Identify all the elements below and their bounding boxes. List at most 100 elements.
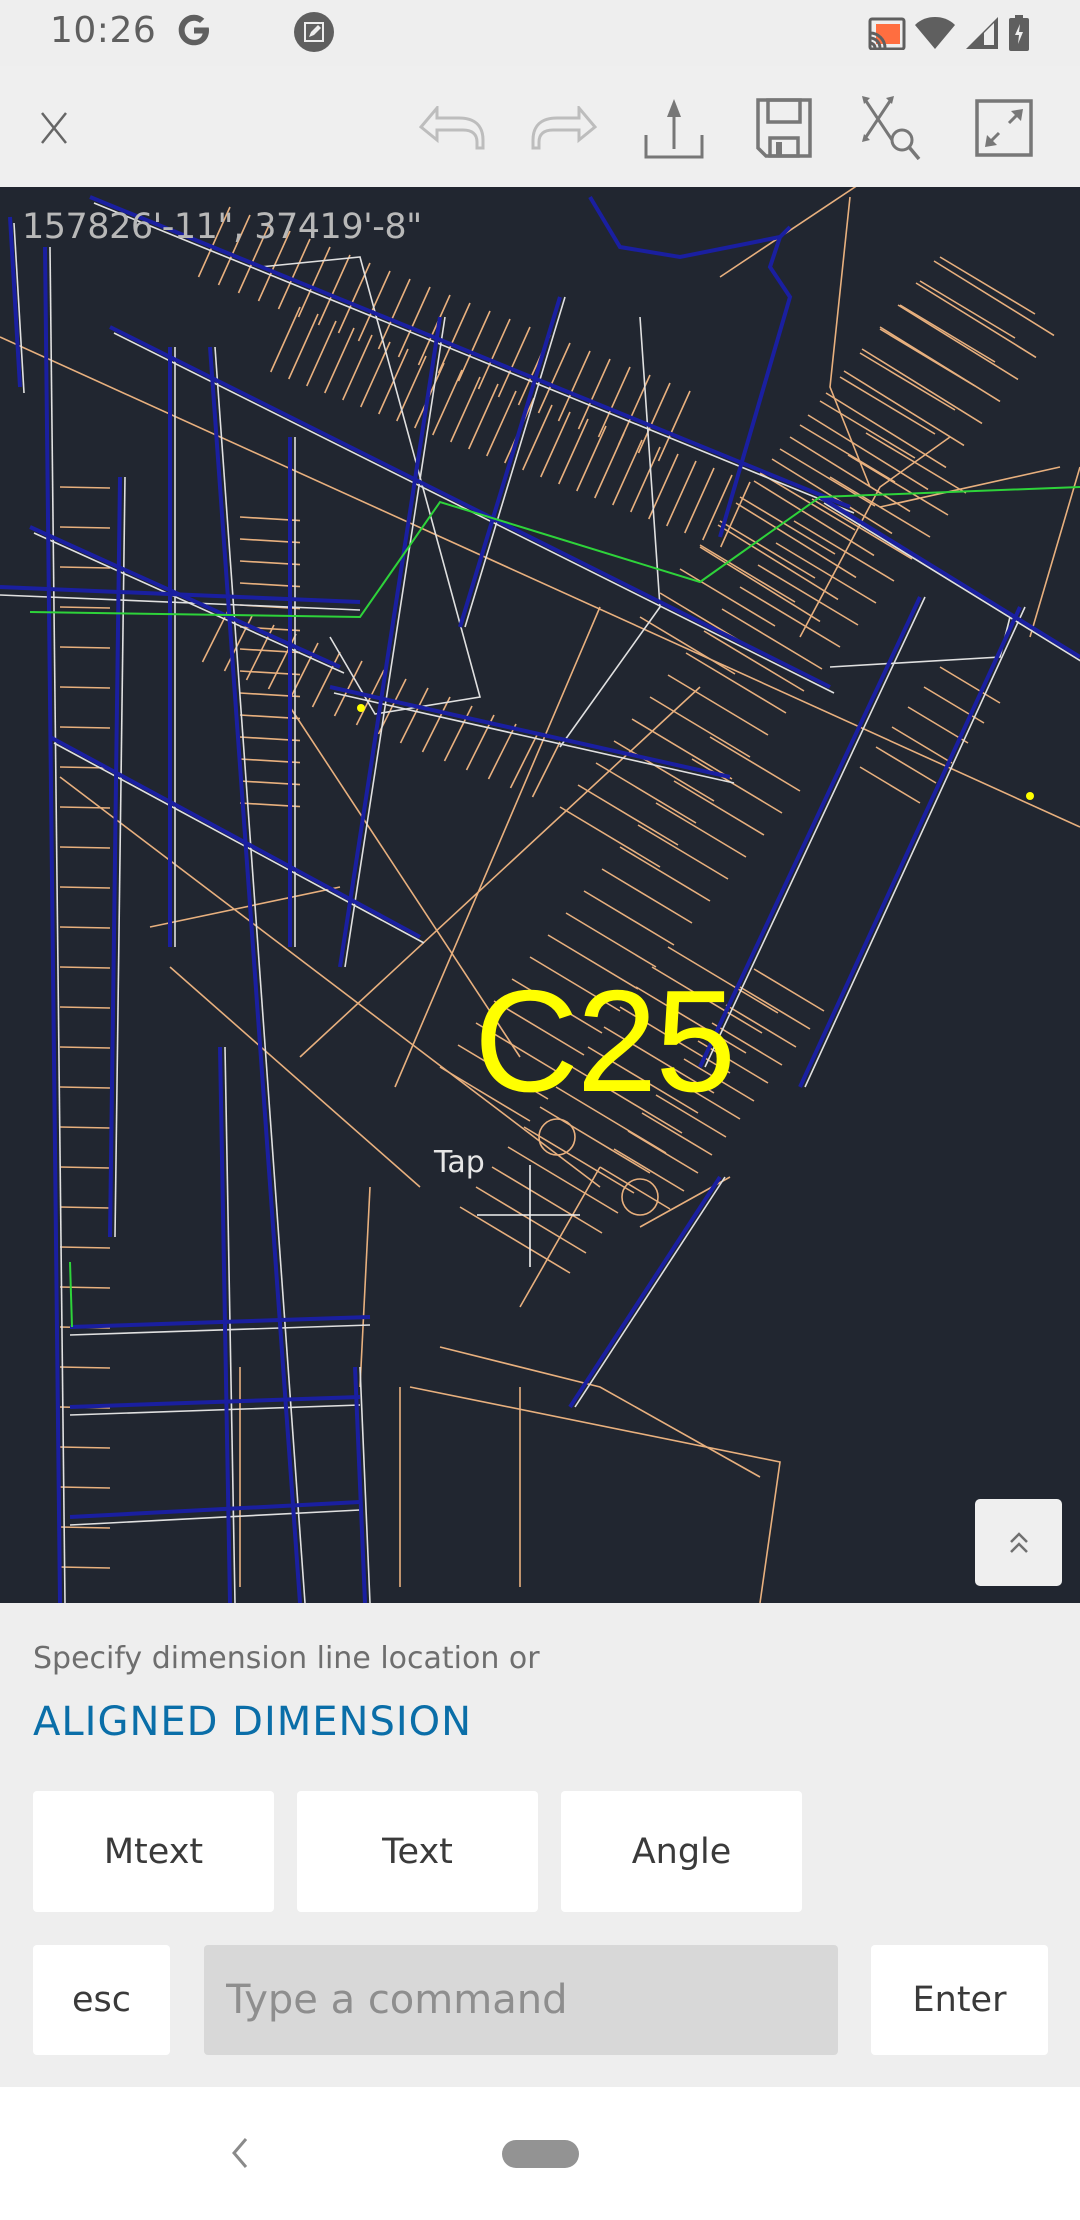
pipe-line	[69, 1500, 361, 1519]
parcel-line	[719, 520, 816, 579]
parcel-line	[59, 1246, 111, 1249]
parcel-line	[1029, 466, 1080, 638]
pipe-line	[109, 325, 831, 689]
cul-de-sac	[621, 1178, 659, 1216]
parcel-line	[59, 1006, 111, 1009]
parcel-line	[699, 544, 796, 603]
option-text-button[interactable]: Text	[297, 1791, 538, 1912]
enter-button[interactable]: Enter	[871, 1945, 1048, 2055]
pipe-line	[818, 495, 1080, 659]
parcel-line	[775, 542, 877, 604]
zoom-extents-button[interactable]	[856, 90, 932, 166]
parcel-line	[793, 520, 895, 582]
parcel-line	[613, 1148, 685, 1192]
command-prompt: Specify dimension line location or	[33, 1641, 540, 1676]
command-input[interactable]	[204, 1945, 838, 2055]
pipe-line	[69, 1395, 361, 1409]
back-chevron-icon	[232, 2138, 248, 2168]
cad-drawing[interactable]	[0, 187, 1080, 1603]
parcel-line	[577, 358, 611, 430]
parcel-line	[843, 370, 965, 447]
parcel-line	[59, 1126, 111, 1129]
save-button[interactable]	[746, 90, 822, 166]
parcel-line	[859, 766, 921, 804]
close-button[interactable]	[16, 90, 92, 166]
parcel-line	[565, 912, 657, 968]
undo-icon	[419, 106, 485, 150]
undo-button[interactable]	[416, 90, 492, 166]
pipe-line	[568, 1175, 722, 1409]
parcel-line	[739, 986, 811, 1030]
parcel-line	[577, 784, 679, 846]
parcel-line	[409, 1386, 781, 1603]
parcel-line	[59, 966, 111, 969]
centerline	[704, 596, 926, 1068]
pipe-line	[69, 1315, 371, 1329]
parcel-line	[457, 310, 491, 382]
parcel-line	[169, 966, 421, 1188]
parcel-line	[59, 566, 111, 569]
parcel-line	[397, 286, 431, 358]
pipe-line	[208, 346, 302, 1603]
parcel-line	[59, 806, 111, 809]
centerline	[69, 1509, 361, 1526]
parcel-line	[875, 746, 937, 784]
parcel-line	[59, 1206, 111, 1209]
green-line-layer	[29, 486, 1080, 1328]
parcel-line	[559, 806, 661, 868]
centerline	[804, 606, 1026, 1088]
esc-button[interactable]: esc	[33, 1945, 170, 2055]
nav-home-pill[interactable]	[502, 2140, 579, 2168]
parcel-line	[557, 350, 591, 422]
drawing-canvas[interactable]: 157826'-11", 37419'-8" C25 Tap	[0, 187, 1080, 1603]
parcel-line	[59, 1526, 111, 1529]
parcel-line	[631, 718, 733, 780]
parcel-line	[719, 187, 857, 278]
pipe-line	[458, 296, 562, 628]
fullscreen-button[interactable]	[966, 90, 1042, 166]
parcel-line	[359, 1186, 371, 1388]
parcel-line	[523, 1126, 635, 1194]
centerline	[344, 316, 446, 968]
parcel-line	[865, 432, 967, 494]
fullscreen-expand-icon	[975, 99, 1033, 157]
pipe-line	[798, 606, 1022, 1088]
parcel-line	[59, 926, 111, 929]
parcel-line	[649, 696, 751, 758]
parcel-line	[703, 630, 805, 692]
coordinate-readout: 157826'-11", 37419'-8"	[22, 207, 422, 247]
share-upload-icon	[644, 99, 704, 159]
share-button[interactable]	[636, 90, 712, 166]
parcel-line	[59, 606, 111, 609]
redo-icon	[531, 106, 597, 150]
screenshot-edit-icon	[294, 12, 334, 52]
parcel-line	[667, 674, 769, 736]
parcel-layer	[0, 187, 1080, 1603]
redo-button[interactable]	[524, 90, 600, 166]
pipe-line	[338, 316, 442, 968]
nav-back-button[interactable]	[222, 2123, 258, 2183]
parcel-line	[897, 304, 1019, 381]
parcel-line	[59, 726, 111, 729]
parcel-line	[59, 846, 111, 849]
parcel-line	[657, 390, 691, 462]
parcel-line	[601, 868, 693, 924]
google-g-icon	[178, 14, 209, 46]
parcel-line	[59, 1286, 111, 1289]
parcel-line	[739, 496, 836, 555]
parcel-line	[739, 586, 841, 648]
parcel-line	[437, 302, 471, 374]
parcel-line	[357, 270, 391, 342]
parcel-line	[933, 260, 1055, 337]
option-angle-button[interactable]: Angle	[561, 1791, 802, 1912]
option-mtext-button[interactable]: Mtext	[33, 1791, 274, 1912]
parcel-line	[439, 1346, 761, 1478]
parcel-line	[595, 762, 697, 824]
save-floppy-icon	[756, 98, 812, 158]
cursor-hint: Tap	[434, 1145, 485, 1180]
parcel-line	[59, 1446, 111, 1449]
parcel-line	[879, 466, 1061, 508]
parcel-line	[637, 382, 671, 454]
expand-panel-button[interactable]	[975, 1499, 1062, 1586]
parcel-line	[477, 318, 511, 390]
